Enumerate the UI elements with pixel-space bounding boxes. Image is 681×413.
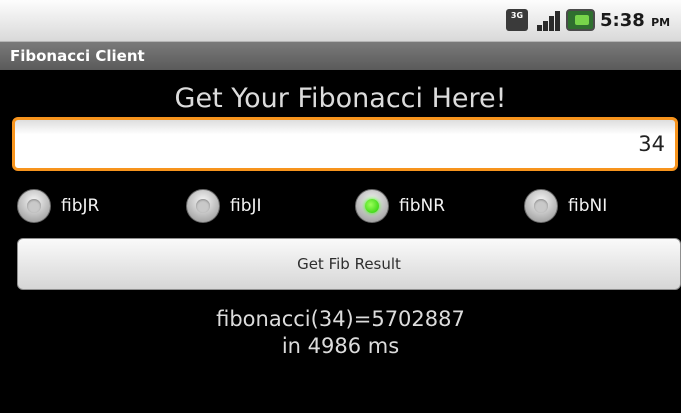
status-clock: 5:38 PM: [600, 9, 670, 35]
radio-label: fibNR: [399, 196, 446, 216]
radio-label: fibJI: [230, 196, 262, 216]
network-type-label: 3G: [510, 11, 524, 20]
signal-strength-icon: [537, 9, 561, 31]
radio-button-icon: [17, 189, 51, 223]
result-value: fibonacci(34)=5702887: [216, 307, 465, 331]
page-heading: Get Your Fibonacci Here!: [174, 83, 507, 114]
network-3g-icon: 3G: [506, 9, 528, 31]
battery-icon: [566, 9, 595, 31]
result-time: in 4986 ms: [281, 334, 400, 358]
title-bar: Fibonacci Client: [0, 42, 681, 70]
radio-label: fibNI: [568, 196, 608, 216]
radio-button-icon: [524, 189, 558, 223]
status-bar: 3G 5:38 PM: [0, 0, 681, 42]
get-fib-result-button[interactable]: Get Fib Result: [17, 238, 681, 290]
clock-time: 5:38: [600, 10, 645, 31]
clock-ampm: PM: [651, 16, 671, 29]
radio-label: fibJR: [61, 196, 100, 216]
radio-button-icon: [186, 189, 220, 223]
radio-button-icon: [355, 189, 389, 223]
app-title: Fibonacci Client: [10, 47, 145, 65]
number-input[interactable]: [12, 117, 678, 171]
main-content: Get Your Fibonacci Here! fibJR fibJI fib…: [0, 70, 681, 413]
